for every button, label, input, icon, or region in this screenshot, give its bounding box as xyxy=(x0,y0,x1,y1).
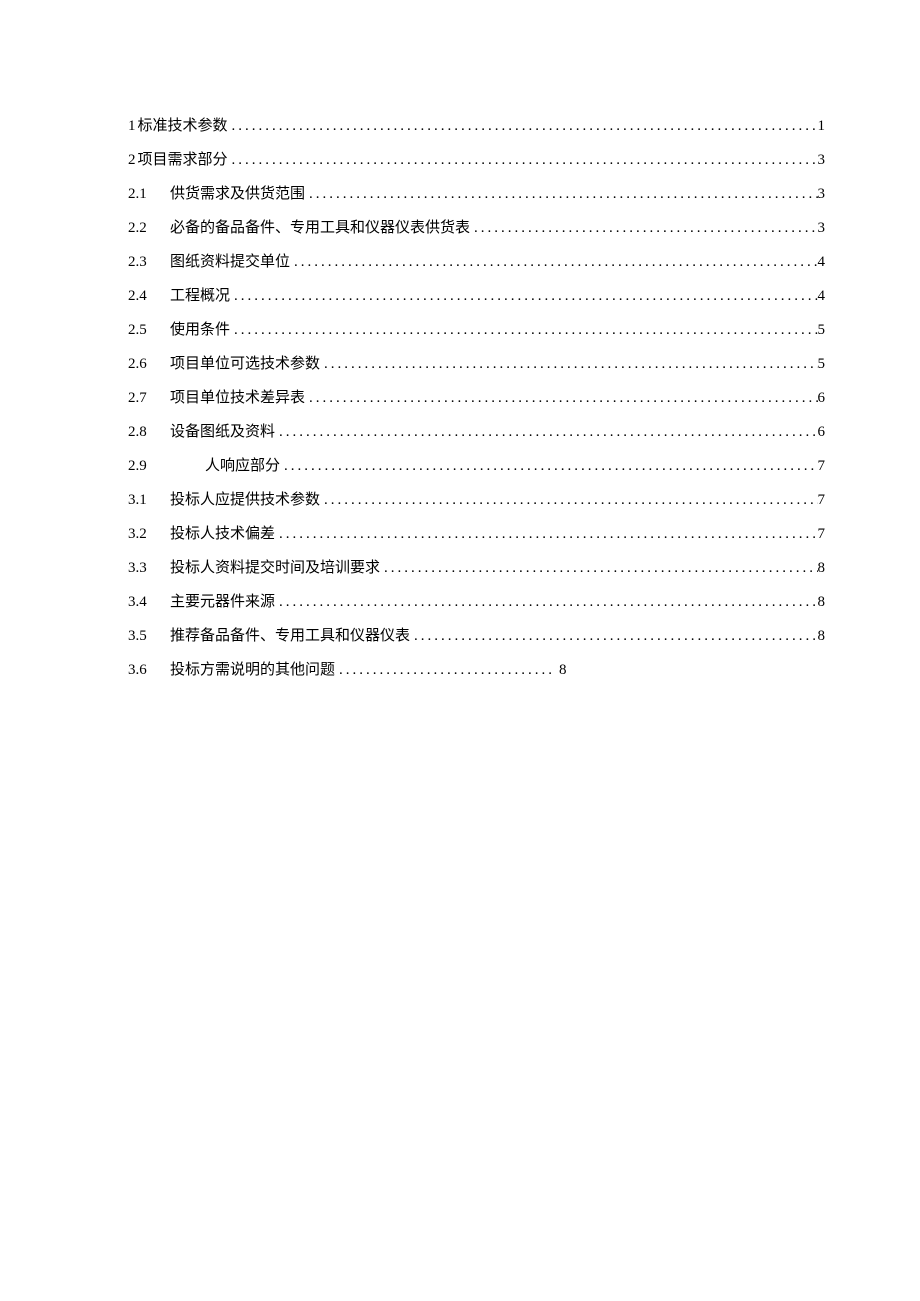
toc-leader xyxy=(320,353,817,376)
toc-title: 投标人资料提交时间及培训要求 xyxy=(170,557,380,580)
toc-title: 人响应部分 xyxy=(170,455,280,478)
toc-page-number: 4 xyxy=(818,251,826,274)
toc-entry[interactable]: 3.4 主要元器件来源 8 xyxy=(128,591,825,614)
toc-entry[interactable]: 2.1 供货需求及供货范围 3 xyxy=(128,183,825,206)
toc-page-number: 8 xyxy=(818,557,826,580)
toc-number: 2 xyxy=(128,149,136,172)
toc-title: 投标方需说明的其他问题 xyxy=(170,659,335,682)
toc-page-number: 3 xyxy=(818,217,826,240)
toc-page-number: 6 xyxy=(818,387,826,410)
toc-title: 项目单位可选技术参数 xyxy=(170,353,320,376)
toc-title: 投标人应提供技术参数 xyxy=(170,489,320,512)
toc-entry[interactable]: 2.2 必备的备品备件、专用工具和仪器仪表供货表 3 xyxy=(128,217,825,240)
toc-title: 标准技术参数 xyxy=(138,115,228,138)
toc-number: 3.5 xyxy=(128,625,170,648)
toc-title: 投标人技术偏差 xyxy=(170,523,275,546)
toc-leader xyxy=(380,557,817,580)
toc-page-number: 7 xyxy=(818,489,826,512)
toc-title: 必备的备品备件、专用工具和仪器仪表供货表 xyxy=(170,217,470,240)
toc-number: 2.8 xyxy=(128,421,170,444)
toc-title: 供货需求及供货范围 xyxy=(170,183,305,206)
toc-title: 推荐备品备件、专用工具和仪器仪表 xyxy=(170,625,410,648)
toc-number: 3.3 xyxy=(128,557,170,580)
toc-entry[interactable]: 2.4 工程概况 4 xyxy=(128,285,825,308)
toc-leader xyxy=(275,421,817,444)
toc-entry[interactable]: 2.9 人响应部分 7 xyxy=(128,455,825,478)
toc-page-number: 8 xyxy=(559,659,567,682)
toc-number: 3.2 xyxy=(128,523,170,546)
toc-entry[interactable]: 3.6 投标方需说明的其他问题 8 xyxy=(128,659,825,682)
toc-title: 项目单位技术差异表 xyxy=(170,387,305,410)
toc-title: 工程概况 xyxy=(170,285,230,308)
toc-entry[interactable]: 1 标准技术参数 1 xyxy=(128,115,825,138)
toc-entry[interactable]: 2.7 项目单位技术差异表 6 xyxy=(128,387,825,410)
toc-entry[interactable]: 2 项目需求部分 3 xyxy=(128,149,825,172)
toc-page-number: 8 xyxy=(818,625,826,648)
toc-page-number: 6 xyxy=(818,421,826,444)
toc-page-number: 1 xyxy=(818,115,826,138)
toc-leader xyxy=(305,387,817,410)
toc-leader xyxy=(230,319,817,342)
toc-number: 2.9 xyxy=(128,455,170,478)
toc-entry[interactable]: 3.1 投标人应提供技术参数 7 xyxy=(128,489,825,512)
toc-number: 3.1 xyxy=(128,489,170,512)
toc-leader xyxy=(320,489,817,512)
toc-page-number: 8 xyxy=(818,591,826,614)
toc-entry[interactable]: 2.5 使用条件 5 xyxy=(128,319,825,342)
toc-number: 2.6 xyxy=(128,353,170,376)
toc-leader xyxy=(290,251,817,274)
toc-number: 2.5 xyxy=(128,319,170,342)
toc-leader xyxy=(305,183,817,206)
toc-page-number: 7 xyxy=(818,523,826,546)
toc-page-number: 3 xyxy=(818,149,826,172)
toc-title: 项目需求部分 xyxy=(138,149,228,172)
toc-leader xyxy=(228,149,818,172)
toc-entry[interactable]: 3.5 推荐备品备件、专用工具和仪器仪表 8 xyxy=(128,625,825,648)
toc-number: 3.4 xyxy=(128,591,170,614)
toc-entry[interactable]: 2.6 项目单位可选技术参数 5 xyxy=(128,353,825,376)
toc-title: 设备图纸及资料 xyxy=(170,421,275,444)
toc-leader xyxy=(275,591,817,614)
toc-entry[interactable]: 2.8 设备图纸及资料 6 xyxy=(128,421,825,444)
toc-leader xyxy=(470,217,817,240)
toc-page-number: 5 xyxy=(818,319,826,342)
toc-leader xyxy=(228,115,818,138)
toc-number: 2.1 xyxy=(128,183,170,206)
toc-number: 2.4 xyxy=(128,285,170,308)
toc-number: 2.3 xyxy=(128,251,170,274)
toc-page-number: 4 xyxy=(818,285,826,308)
toc-title: 主要元器件来源 xyxy=(170,591,275,614)
toc-title: 使用条件 xyxy=(170,319,230,342)
toc-title: 图纸资料提交单位 xyxy=(170,251,290,274)
toc-leader xyxy=(280,455,817,478)
toc-entry[interactable]: 3.3 投标人资料提交时间及培训要求 8 xyxy=(128,557,825,580)
toc-number: 3.6 xyxy=(128,659,170,682)
toc-entry[interactable]: 2.3 图纸资料提交单位 4 xyxy=(128,251,825,274)
toc-leader xyxy=(410,625,817,648)
toc-leader xyxy=(275,523,817,546)
toc-page-number: 7 xyxy=(818,455,826,478)
toc-number: 2.7 xyxy=(128,387,170,410)
toc-leader xyxy=(230,285,817,308)
toc-page-number: 5 xyxy=(818,353,826,376)
toc-page-number: 3 xyxy=(818,183,826,206)
toc-entry[interactable]: 3.2 投标人技术偏差 7 xyxy=(128,523,825,546)
toc-number: 2.2 xyxy=(128,217,170,240)
toc-page: 1 标准技术参数 1 2 项目需求部分 3 2.1 供货需求及供货范围 3 2.… xyxy=(0,0,920,1301)
toc-number: 1 xyxy=(128,115,136,138)
toc-leader xyxy=(335,659,559,682)
